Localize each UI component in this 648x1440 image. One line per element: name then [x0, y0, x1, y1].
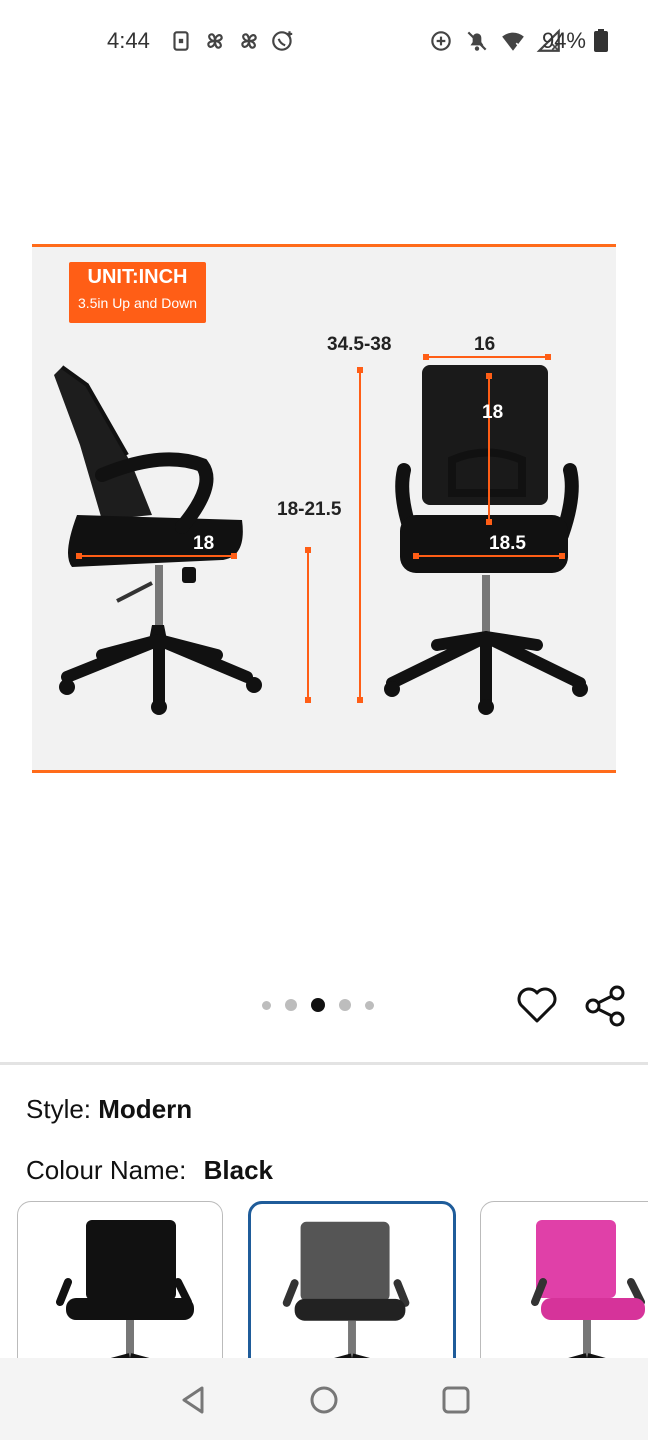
back-width-label: 16 [474, 334, 496, 355]
carousel-dot[interactable] [339, 999, 351, 1011]
battery-icon [594, 29, 608, 52]
carousel-dot[interactable] [365, 1000, 374, 1010]
back-icon[interactable] [176, 1382, 212, 1418]
status-time: 4:44 [107, 28, 150, 53]
style-label: Style: [26, 1094, 92, 1124]
heart-icon[interactable] [515, 985, 559, 1025]
overall-height-label: 34.5-38 [327, 334, 392, 355]
seat-width-label: 18.5 [489, 533, 526, 554]
mute-icon [467, 31, 487, 51]
data-saver-icon [431, 31, 451, 51]
back-height-label: 18 [482, 402, 504, 423]
carousel-dot-active[interactable] [311, 998, 325, 1012]
sim-icon [173, 31, 189, 51]
colour-value: Black [203, 1155, 274, 1185]
chair-thumbnail [282, 1221, 410, 1377]
fan-icon [207, 33, 223, 49]
chair-thumbnail [56, 1220, 194, 1377]
colour-option-pink[interactable] [480, 1201, 648, 1383]
seat-height-label: 18-21.5 [277, 499, 342, 520]
colour-row: Colour Name: Black [26, 1155, 273, 1186]
system-nav-bar [0, 1358, 648, 1440]
battery-percent: 94% [541, 28, 586, 53]
unit-subtitle: 3.5in Up and Down [77, 295, 198, 311]
style-row: Style: Modern [26, 1094, 192, 1125]
seat-depth-label: 18 [193, 533, 215, 554]
unit-title: UNIT:INCH [87, 266, 188, 288]
whatsapp-icon [272, 31, 293, 51]
chair-thumbnail [531, 1220, 645, 1377]
recents-icon[interactable] [438, 1382, 474, 1418]
status-bar: 4:44 94% [0, 0, 648, 82]
side-view-chair [54, 365, 262, 715]
carousel-dot[interactable] [262, 1000, 271, 1010]
unit-badge: UNIT:INCH 3.5in Up and Down [69, 262, 206, 323]
carousel-dot[interactable] [285, 999, 297, 1011]
colour-label: Colour Name: [26, 1155, 187, 1185]
style-value: Modern [98, 1094, 193, 1124]
home-icon[interactable] [306, 1382, 342, 1418]
image-carousel-dots[interactable] [262, 998, 374, 1012]
section-divider [0, 1062, 648, 1065]
wifi-icon [502, 32, 524, 51]
height-rulers [305, 367, 363, 703]
fan-icon [241, 33, 257, 49]
share-icon[interactable] [583, 985, 627, 1027]
colour-option-black[interactable] [17, 1201, 223, 1383]
